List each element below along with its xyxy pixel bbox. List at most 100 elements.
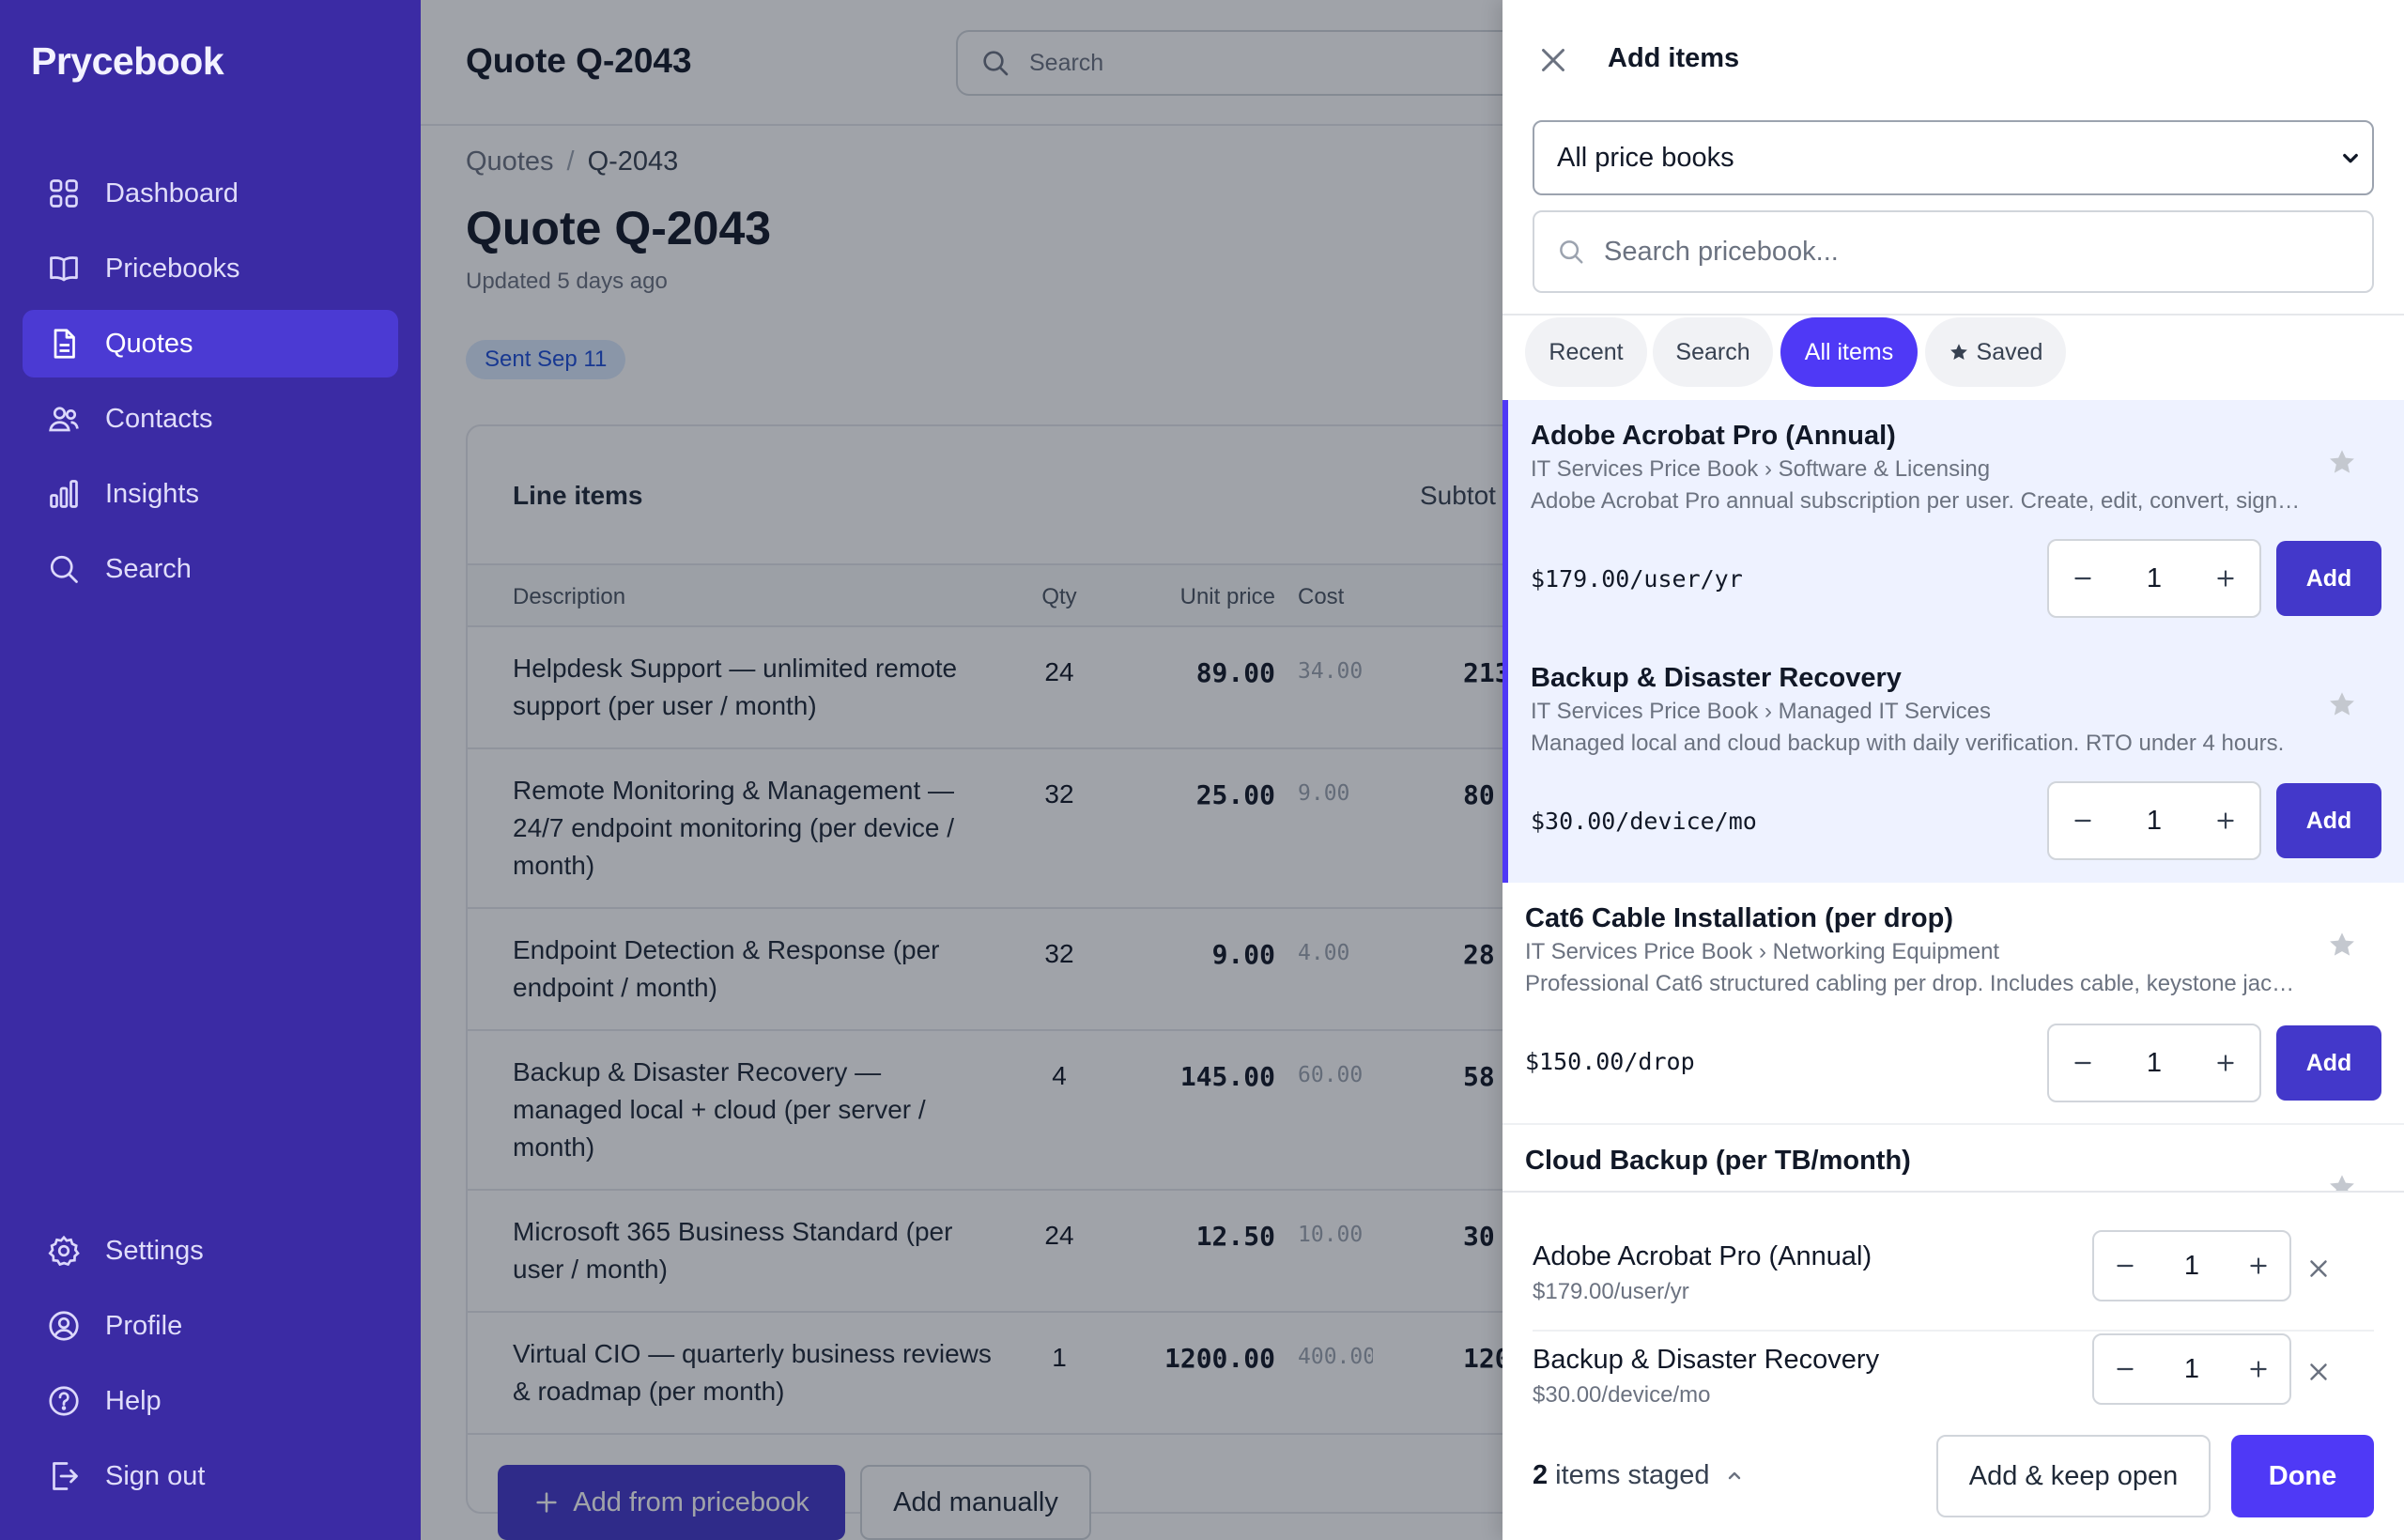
sidebar-item-settings[interactable]: Settings (23, 1217, 398, 1285)
increment-button[interactable] (2192, 541, 2259, 616)
sidebar: Prycebook Dashboard Pricebooks Quotes Co… (0, 0, 421, 1540)
user-circle-icon (49, 1311, 79, 1341)
sidebar-item-sign-out[interactable]: Sign out (23, 1442, 398, 1510)
tab-search[interactable]: Search (1653, 317, 1773, 387)
sidebar-item-label: Insights (105, 478, 199, 509)
chevron-up-icon (1728, 1471, 1740, 1479)
logout-icon (53, 1462, 78, 1490)
item-category-path: IT Services Price Book › Software & Lice… (1531, 456, 1991, 482)
tab-all-items-label: All items (1804, 338, 1894, 365)
bar-chart-icon (50, 480, 78, 508)
add-keep-open-button[interactable]: Add & keep open (1936, 1435, 2211, 1517)
star-icon (1949, 344, 1967, 360)
grid-icon (50, 179, 78, 208)
sidebar-item-quotes[interactable]: Quotes (23, 310, 398, 377)
add-item-button[interactable]: Add (2276, 1025, 2381, 1101)
sidebar-item-label: Search (105, 553, 192, 584)
sidebar-item-search[interactable]: Search (23, 535, 398, 603)
modal-backdrop[interactable] (421, 0, 1502, 1540)
done-label: Done (2268, 1460, 2337, 1491)
quantity-stepper[interactable]: 1 (2047, 1024, 2261, 1102)
sidebar-item-insights[interactable]: Insights (23, 460, 398, 528)
pricebook-select-value: All price books (1557, 142, 1734, 173)
sidebar-item-label: Contacts (105, 403, 213, 434)
minus-icon (2074, 1061, 2091, 1065)
plus-icon (2217, 1055, 2234, 1071)
item-description: Professional Cat6 structured cabling per… (1525, 971, 2295, 996)
staged-item-price: $30.00/device/mo (1533, 1382, 1711, 1408)
staged-item: Adobe Acrobat Pro (Annual) $179.00/user/… (1533, 1230, 2374, 1332)
sidebar-item-profile[interactable]: Profile (23, 1292, 398, 1360)
remove-icon[interactable] (2304, 1255, 2333, 1283)
item-price: $150.00/drop (1525, 1048, 1695, 1075)
quantity-stepper[interactable]: 1 (2092, 1333, 2291, 1405)
decrement-button[interactable] (2049, 541, 2117, 616)
done-button[interactable]: Done (2231, 1435, 2374, 1517)
sidebar-item-pricebooks[interactable]: Pricebooks (23, 235, 398, 302)
quantity-stepper[interactable]: 1 (2092, 1230, 2291, 1301)
staged-item-name: Backup & Disaster Recovery (1533, 1345, 1880, 1375)
staged-item-name: Adobe Acrobat Pro (Annual) (1533, 1241, 1872, 1271)
decrement-button[interactable] (2094, 1232, 2156, 1300)
sidebar-item-dashboard[interactable]: Dashboard (23, 160, 398, 227)
sidebar-item-label: Help (105, 1385, 162, 1416)
book-icon (50, 256, 78, 282)
quantity-value[interactable]: 1 (2117, 806, 2192, 837)
app-logo[interactable]: Prycebook (31, 39, 224, 84)
star-icon[interactable] (2327, 930, 2357, 960)
decrement-button[interactable] (2094, 1335, 2156, 1403)
quantity-value[interactable]: 1 (2117, 563, 2192, 594)
search-icon (1560, 240, 1583, 264)
tab-saved-label: Saved (1976, 338, 2043, 365)
add-item-button[interactable]: Add (2276, 541, 2381, 616)
minus-icon (2117, 1264, 2134, 1268)
tab-recent[interactable]: Recent (1525, 317, 1647, 387)
star-icon[interactable] (2327, 689, 2357, 719)
item-name: Backup & Disaster Recovery (1531, 663, 1902, 693)
pricebook-item[interactable]: Adobe Acrobat Pro (Annual) IT Services P… (1502, 400, 2404, 642)
staged-count-label: items staged (1555, 1460, 1710, 1490)
item-category-path: IT Services Price Book › Managed IT Serv… (1531, 699, 1991, 724)
tab-search-label: Search (1675, 338, 1750, 365)
item-description: Adobe Acrobat Pro annual subscription pe… (1531, 488, 2301, 514)
help-icon (49, 1386, 79, 1416)
quantity-value[interactable]: 1 (2117, 1048, 2192, 1079)
document-icon (54, 329, 75, 359)
remove-icon[interactable] (2304, 1358, 2333, 1386)
add-items-drawer: Add items All price books Search pricebo… (1502, 0, 2404, 1540)
item-name: Adobe Acrobat Pro (Annual) (1531, 421, 1896, 451)
quantity-stepper[interactable]: 1 (2047, 781, 2261, 860)
sidebar-item-label: Dashboard (105, 177, 239, 208)
item-price: $179.00/user/yr (1531, 565, 1743, 593)
quantity-stepper[interactable]: 1 (2047, 539, 2261, 618)
staged-count-toggle[interactable]: 2 items staged (1533, 1460, 1746, 1491)
users-icon (49, 407, 79, 432)
decrement-button[interactable] (2049, 1025, 2117, 1101)
plus-icon (2217, 812, 2234, 829)
increment-button[interactable] (2192, 1025, 2259, 1101)
increment-button[interactable] (2192, 783, 2259, 858)
quantity-value[interactable]: 1 (2156, 1354, 2227, 1385)
star-icon[interactable] (2327, 447, 2357, 477)
minus-icon (2074, 819, 2091, 823)
sidebar-item-label: Settings (105, 1235, 204, 1266)
add-item-button[interactable]: Add (2276, 783, 2381, 858)
pricebook-search-input[interactable]: Search pricebook... (1533, 210, 2374, 293)
drawer-footer: 2 items staged Add & keep open Done (1502, 1409, 2404, 1540)
sidebar-item-contacts[interactable]: Contacts (23, 385, 398, 453)
pricebook-item[interactable]: Cloud Backup (per TB/month) (1502, 1125, 2404, 1200)
quantity-value[interactable]: 1 (2156, 1251, 2227, 1282)
tab-saved[interactable]: Saved (1925, 317, 2066, 387)
increment-button[interactable] (2227, 1335, 2289, 1403)
tab-all-items[interactable]: All items (1780, 317, 1918, 387)
pricebook-select[interactable]: All price books (1533, 120, 2374, 195)
decrement-button[interactable] (2049, 783, 2117, 858)
sidebar-item-label: Profile (105, 1310, 183, 1341)
pricebook-item[interactable]: Cat6 Cable Installation (per drop) IT Se… (1502, 883, 2404, 1125)
item-description: Managed local and cloud backup with dail… (1531, 731, 2285, 756)
close-icon[interactable] (1536, 43, 1570, 77)
pricebook-item[interactable]: Backup & Disaster Recovery IT Services P… (1502, 642, 2404, 883)
sidebar-item-help[interactable]: Help (23, 1367, 398, 1435)
staged-item-price: $179.00/user/yr (1533, 1279, 1689, 1304)
increment-button[interactable] (2227, 1232, 2289, 1300)
